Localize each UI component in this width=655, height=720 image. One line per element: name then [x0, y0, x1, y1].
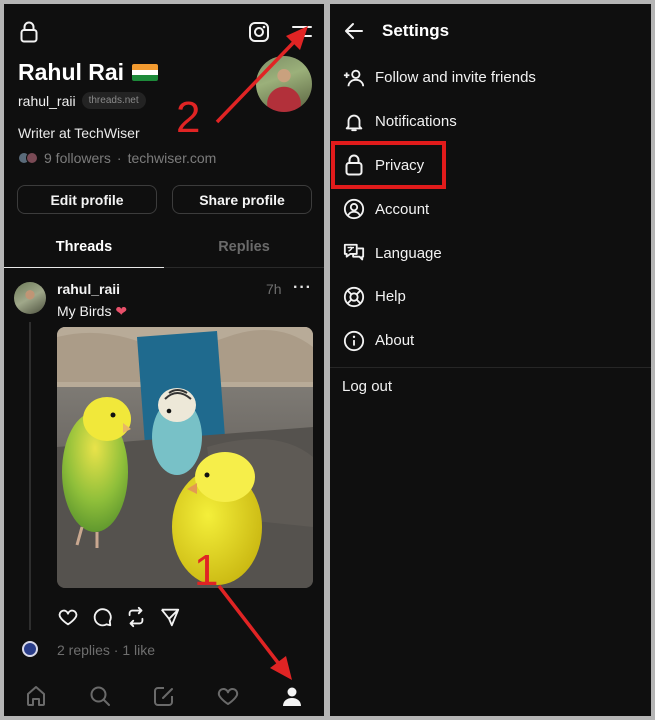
- repost-icon[interactable]: [125, 606, 147, 628]
- profile-name: Rahul Rai: [18, 59, 125, 85]
- profile-avatar[interactable]: [256, 56, 312, 112]
- instagram-icon[interactable]: [248, 21, 270, 43]
- lock-icon[interactable]: [19, 21, 39, 43]
- home-icon[interactable]: [23, 683, 49, 709]
- heart-emoji-icon: ❤: [115, 303, 128, 319]
- tab-threads[interactable]: Threads: [4, 230, 164, 268]
- compose-icon[interactable]: [151, 683, 177, 709]
- settings-screen: Settings Follow and invite friends Notif…: [330, 4, 651, 716]
- like-heart-icon[interactable]: [57, 606, 79, 628]
- search-icon[interactable]: [87, 683, 113, 709]
- menu-label: Help: [375, 288, 406, 306]
- profile-website[interactable]: techwiser.com: [128, 150, 217, 166]
- info-icon: [342, 329, 366, 353]
- activity-heart-icon[interactable]: [215, 683, 241, 709]
- followers-count[interactable]: 9 followers: [44, 150, 111, 166]
- account-circle-icon: [342, 197, 366, 221]
- menu-label: Account: [375, 200, 430, 218]
- menu-label: Notifications: [375, 113, 457, 131]
- back-arrow-icon[interactable]: [344, 22, 364, 45]
- separator-dot: ·: [116, 150, 122, 166]
- india-flag-icon: [132, 64, 159, 81]
- logout-button[interactable]: Log out: [342, 378, 392, 395]
- language-icon: [342, 241, 366, 265]
- domain-badge[interactable]: threads.net: [81, 92, 146, 109]
- annotation-step-2: 2: [176, 93, 201, 142]
- menu-label: About: [375, 332, 415, 350]
- bell-icon: [342, 110, 366, 134]
- replier-avatar: [22, 641, 38, 657]
- menu-divider: [330, 366, 651, 368]
- settings-menu: Follow and invite friends Notifications …: [330, 56, 651, 368]
- post-text: My Birds ❤: [57, 303, 127, 320]
- menu-item-follow-invite[interactable]: Follow and invite friends: [330, 56, 651, 100]
- menu-item-notifications[interactable]: Notifications: [330, 100, 651, 144]
- share-profile-button[interactable]: Share profile: [172, 185, 312, 214]
- post-image-birds[interactable]: [57, 327, 313, 588]
- lifebuoy-icon: [342, 285, 366, 309]
- edit-profile-button[interactable]: Edit profile: [17, 185, 157, 214]
- profile-handle: rahul_raii: [18, 92, 76, 109]
- privacy-highlight-box: [331, 141, 446, 189]
- thread-line: [29, 322, 31, 630]
- menu-item-about[interactable]: About: [330, 319, 651, 363]
- menu-item-help[interactable]: Help: [330, 275, 651, 319]
- post-author-avatar[interactable]: [14, 282, 46, 314]
- comment-icon[interactable]: [91, 606, 113, 628]
- post-text-content: My Birds: [57, 303, 112, 319]
- profile-nav-icon[interactable]: [279, 683, 305, 709]
- settings-header: Settings: [330, 4, 651, 58]
- post-username[interactable]: rahul_raii: [57, 281, 120, 297]
- menu-item-language[interactable]: Language: [330, 231, 651, 275]
- post-stats[interactable]: 2 replies · 1 like: [57, 642, 155, 658]
- post-timestamp: 7h: [266, 281, 282, 297]
- annotation-step-1: 1: [194, 546, 219, 595]
- profile-screen: Rahul Rai rahul_raii threads.net Writer …: [4, 4, 324, 716]
- person-add-icon: [342, 66, 366, 90]
- profile-bio: Writer at TechWiser: [18, 125, 140, 141]
- bottom-navigation: [4, 676, 324, 716]
- menu-label: Language: [375, 244, 442, 262]
- follower-avatars: [18, 152, 38, 164]
- menu-icon[interactable]: [291, 24, 313, 40]
- tab-replies[interactable]: Replies: [164, 230, 324, 268]
- share-send-icon[interactable]: [159, 606, 181, 628]
- menu-item-account[interactable]: Account: [330, 187, 651, 231]
- more-options-icon[interactable]: ···: [293, 279, 312, 297]
- settings-title: Settings: [382, 21, 450, 40]
- menu-label: Follow and invite friends: [375, 69, 536, 87]
